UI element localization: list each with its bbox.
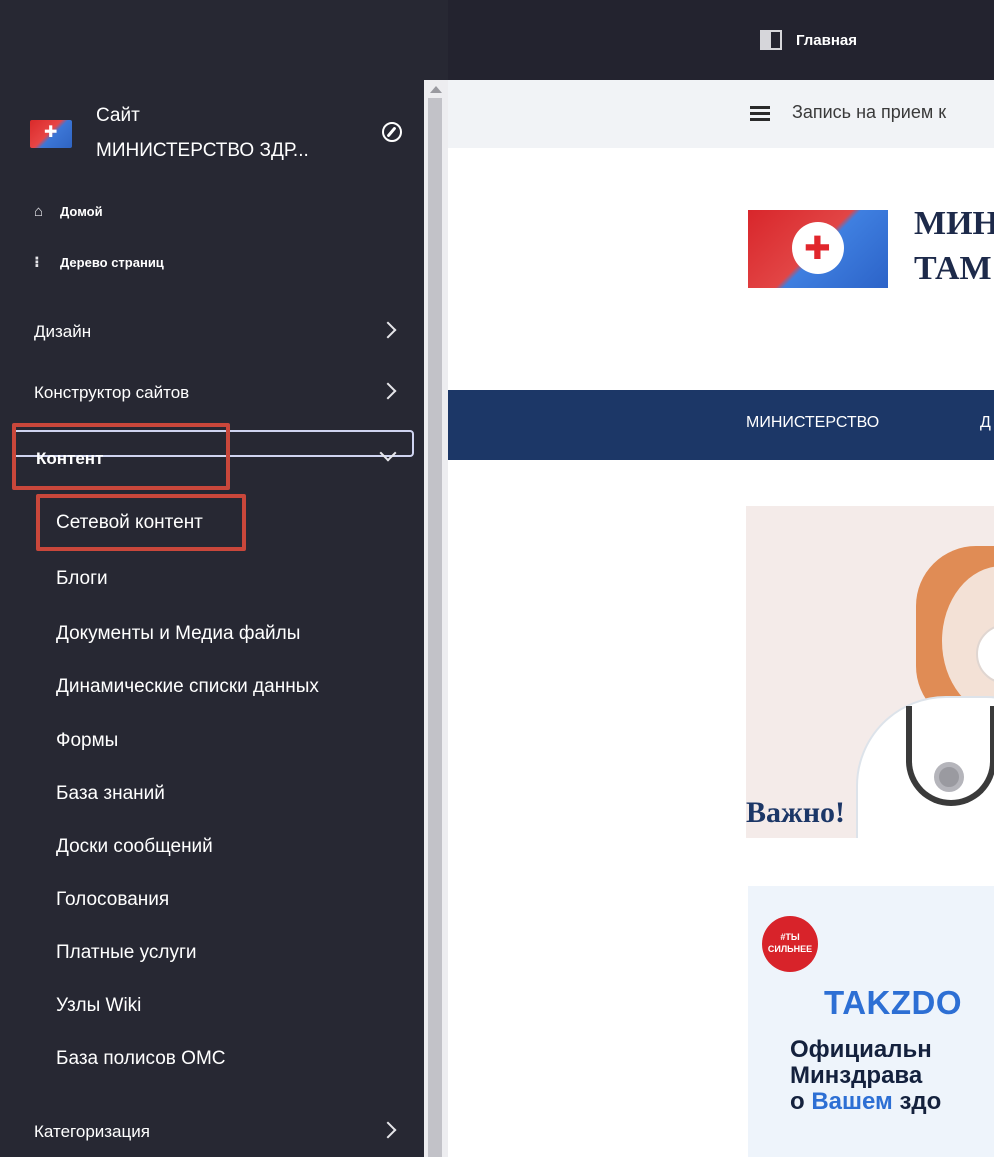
banner-line-2: Минздрава bbox=[790, 1062, 923, 1089]
brand-title-line-2: ТАМ bbox=[914, 250, 992, 287]
campaign-badge-text: #ТЫ СИЛЬНЕЕ bbox=[767, 932, 813, 954]
site-title: Сайт bbox=[96, 105, 140, 126]
quick-link-home[interactable]: ⌂ Домой bbox=[34, 203, 103, 220]
submenu-item-wiki-nodes[interactable]: Узлы Wiki bbox=[56, 995, 141, 1017]
brand-title-line-1: МИН bbox=[914, 205, 994, 242]
sidebar-scrollbar[interactable] bbox=[424, 80, 448, 1157]
nav-item-ministry[interactable]: МИНИСТЕРСТВО bbox=[746, 414, 879, 432]
ministry-logo[interactable] bbox=[748, 210, 888, 288]
submenu-item-blogs[interactable]: Блоги bbox=[56, 568, 108, 590]
panel-toggle-icon[interactable] bbox=[760, 30, 782, 50]
appointment-link[interactable]: Запись на прием к bbox=[792, 102, 946, 123]
info-bar: Запись на прием к bbox=[448, 80, 994, 148]
chevron-right-icon bbox=[379, 321, 397, 339]
site-name[interactable]: МИНИСТЕРСТВО ЗДР... bbox=[96, 140, 309, 162]
submenu-item-polls[interactable]: Голосования bbox=[56, 889, 169, 911]
site-navbar: МИНИСТЕРСТВО Д bbox=[448, 390, 994, 460]
banner-line-1: Официальн bbox=[790, 1036, 932, 1063]
banner-line-3: о Вашем здо bbox=[790, 1088, 941, 1116]
submenu-item-dynamic-data-lists[interactable]: Динамические списки данных bbox=[56, 676, 319, 698]
menu-item-site-builder[interactable]: Конструктор сайтов bbox=[0, 368, 424, 418]
top-bar: Главная bbox=[0, 0, 994, 80]
compass-icon[interactable] bbox=[382, 122, 402, 142]
submenu-item-message-boards[interactable]: Доски сообщений bbox=[56, 836, 213, 858]
stethoscope-disc bbox=[934, 762, 964, 792]
banner-accent-word: Вашем bbox=[811, 1088, 893, 1115]
submenu-item-forms[interactable]: Формы bbox=[56, 730, 118, 752]
takzdorovo-banner[interactable]: #ТЫ СИЛЬНЕЕ TAKZDO Официальн Минздрава о… bbox=[748, 886, 994, 1157]
site-logo[interactable] bbox=[30, 120, 72, 148]
chevron-right-icon bbox=[379, 1121, 397, 1139]
campaign-badge: #ТЫ СИЛЬНЕЕ bbox=[762, 916, 818, 972]
list-icon bbox=[750, 106, 770, 122]
important-banner[interactable]: Важно! bbox=[746, 506, 994, 838]
scroll-up-icon[interactable] bbox=[430, 86, 442, 93]
sidebar-toggle[interactable]: Главная bbox=[760, 30, 857, 50]
top-bar-sidebar-area bbox=[0, 0, 448, 80]
menu-item-content-label[interactable]: Контент bbox=[36, 449, 103, 469]
menu-item-label: Конструктор сайтов bbox=[34, 383, 190, 402]
quick-link-page-tree[interactable]: ⁝ Дерево страниц bbox=[34, 253, 164, 271]
quick-link-label: Домой bbox=[60, 204, 103, 219]
banner-brand: TAKZDO bbox=[824, 984, 963, 1021]
home-label[interactable]: Главная bbox=[796, 32, 857, 49]
menu-item-label: Категоризация bbox=[34, 1122, 150, 1141]
home-icon: ⌂ bbox=[34, 203, 44, 220]
nav-item-next[interactable]: Д bbox=[980, 414, 991, 432]
submenu-item-web-content[interactable]: Сетевой контент bbox=[56, 512, 203, 534]
menu-item-label: Дизайн bbox=[34, 322, 92, 341]
submenu-item-knowledge-base[interactable]: База знаний bbox=[56, 783, 165, 805]
menu-item-design[interactable]: Дизайн bbox=[0, 307, 424, 357]
banner-title: Важно! bbox=[746, 796, 846, 829]
page-tree-icon: ⁝ bbox=[34, 254, 40, 271]
quick-link-label: Дерево страниц bbox=[60, 254, 164, 270]
chevron-right-icon bbox=[379, 382, 397, 400]
submenu-item-documents-media[interactable]: Документы и Медиа файлы bbox=[56, 623, 300, 645]
banner-line-3-text: о Вашем здо bbox=[790, 1088, 942, 1115]
menu-item-categorization[interactable]: Категоризация bbox=[0, 1107, 424, 1157]
submenu-item-oms-policies[interactable]: База полисов ОМС bbox=[56, 1048, 226, 1070]
scroll-thumb[interactable] bbox=[428, 98, 442, 1157]
submenu-item-paid-services[interactable]: Платные услуги bbox=[56, 942, 197, 964]
